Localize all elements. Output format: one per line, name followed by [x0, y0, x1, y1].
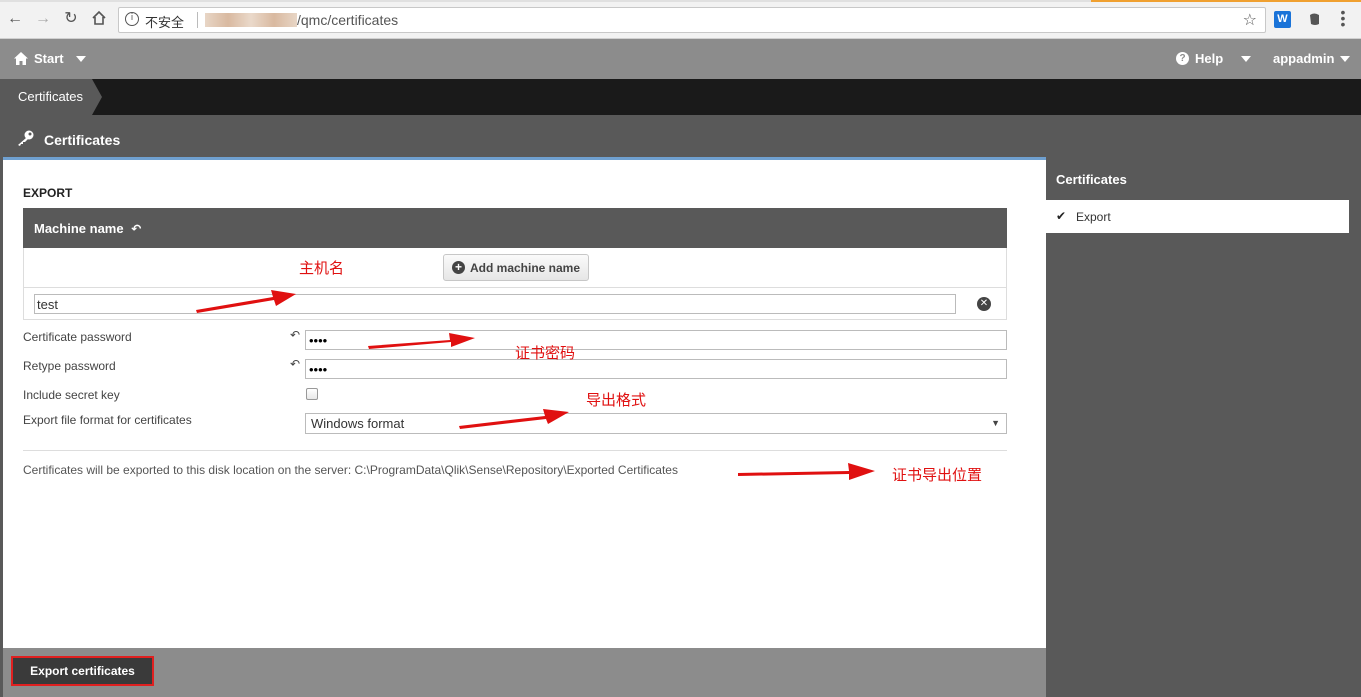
word-extension-icon[interactable]: W [1274, 11, 1291, 28]
help-icon: ? [1176, 52, 1189, 65]
chevron-down-icon [75, 55, 86, 62]
bookmark-star-icon[interactable]: ☆ [1243, 10, 1257, 30]
user-menu-button[interactable]: appadmin [1273, 51, 1351, 66]
right-panel-item-label: Export [1076, 210, 1111, 224]
back-icon[interactable]: ← [6, 10, 24, 28]
help-label: Help [1195, 51, 1224, 66]
right-panel: Certificates ✔ Export [1046, 160, 1361, 697]
url-host-redacted [205, 13, 297, 27]
page-title: Certificates [44, 132, 121, 148]
browser-toolbar: ← → ↻ i 不安全 /qmc/certificates ☆ W • • • [0, 0, 1361, 39]
section-header: Certificates [3, 118, 1046, 160]
annotation-arrows [196, 290, 875, 480]
right-panel-title: Certificates [1056, 172, 1127, 187]
info-icon[interactable]: i [125, 12, 139, 26]
home-icon [14, 52, 28, 65]
arrow-to-export-format [459, 409, 569, 429]
arrow-to-export-location [738, 463, 875, 480]
qmc-header: Start ? Help appadmin [0, 39, 1361, 79]
url-path: /qmc/certificates [297, 12, 399, 28]
url-separator [197, 12, 198, 28]
start-menu-button[interactable]: Start [14, 51, 86, 66]
help-menu-button[interactable]: ? Help [1176, 51, 1252, 66]
breadcrumb-item-certificates[interactable]: Certificates [0, 79, 102, 115]
chevron-down-icon [1241, 55, 1252, 62]
user-label: appadmin [1273, 51, 1335, 66]
start-label: Start [34, 51, 64, 66]
action-bar: Export certificates [3, 648, 1046, 697]
tab-strip-accent [1091, 0, 1361, 2]
reload-icon[interactable]: ↻ [62, 10, 80, 28]
breadcrumb: Certificates [0, 79, 1361, 115]
key-icon [18, 130, 34, 146]
arrow-to-machine-name [196, 290, 296, 313]
address-bar[interactable]: i 不安全 /qmc/certificates ☆ [118, 7, 1266, 33]
right-header-strip [1046, 118, 1361, 160]
browser-menu-icon[interactable]: • • • [1340, 5, 1346, 31]
chevron-down-icon [1340, 55, 1351, 62]
evernote-extension-icon[interactable] [1306, 11, 1323, 28]
forward-icon[interactable]: → [34, 10, 52, 28]
home-icon[interactable] [90, 10, 108, 28]
export-certificates-button[interactable]: Export certificates [11, 656, 154, 686]
right-panel-item-export[interactable]: ✔ Export [1046, 200, 1349, 233]
security-label: 不安全 [145, 15, 185, 30]
checkmark-icon: ✔ [1056, 209, 1067, 223]
export-form: EXPORT Machine name ↶ + Add machine name… [3, 160, 1046, 648]
arrow-to-cert-password [368, 333, 475, 349]
